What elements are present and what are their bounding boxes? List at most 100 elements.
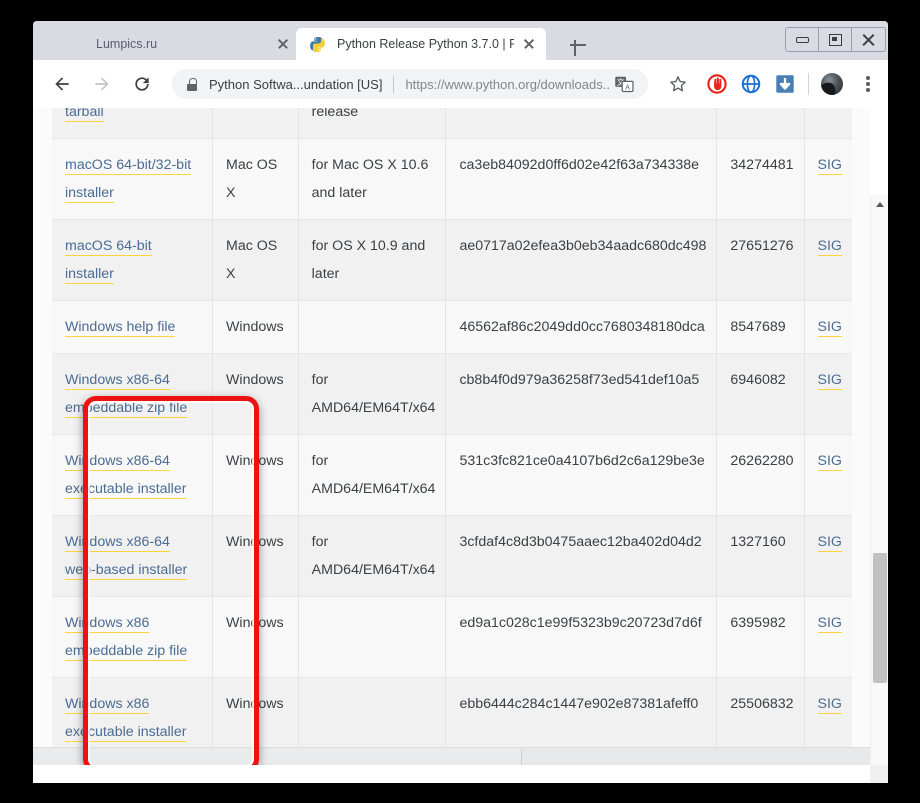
signature-link[interactable]: SIG bbox=[817, 238, 842, 256]
cell-file-name: macOS 64-bit installer bbox=[52, 219, 214, 301]
cell-file-size: 27651276 bbox=[716, 219, 805, 301]
vertical-scrollbar-thumb[interactable] bbox=[873, 553, 887, 683]
profile-avatar[interactable] bbox=[821, 73, 843, 95]
download-arrow-icon bbox=[776, 75, 794, 93]
address-bar-url: https://www.python.org/downloads... bbox=[405, 76, 609, 92]
globe-extension-button[interactable] bbox=[740, 73, 762, 95]
reload-button[interactable] bbox=[126, 68, 158, 100]
scrollbar-corner bbox=[870, 765, 888, 783]
globe-icon bbox=[741, 74, 761, 94]
table-row: Windows x86-64 executable installer Windo… bbox=[52, 434, 852, 516]
window-controls bbox=[785, 27, 886, 52]
download-link[interactable]: Windows x86 embeddable zip file bbox=[65, 615, 188, 661]
back-arrow-icon bbox=[55, 77, 69, 91]
cell-file-name: macOS 64-bit/32-bit installer bbox=[52, 138, 214, 220]
download-link[interactable]: Windows help file bbox=[65, 319, 176, 337]
translate-icon[interactable]: 文 A bbox=[615, 76, 634, 93]
omnibox-divider bbox=[393, 75, 395, 93]
table-row: Windows x86-64 embeddable zip file Window… bbox=[52, 353, 852, 435]
cell-signature: SIG bbox=[804, 515, 852, 597]
star-outline-icon bbox=[670, 76, 686, 92]
bookmark-star-button[interactable] bbox=[668, 74, 688, 94]
browser-toolbar: Python Softwa...undation [US] https://ww… bbox=[33, 60, 888, 108]
download-link[interactable]: tarball bbox=[65, 108, 104, 122]
signature-link[interactable]: SIG bbox=[817, 534, 842, 552]
cell-file-size: 26262280 bbox=[716, 434, 805, 516]
close-button[interactable] bbox=[852, 28, 885, 51]
horizontal-scrollbar[interactable] bbox=[33, 747, 870, 765]
chevron-up-icon bbox=[876, 201, 884, 207]
cell-file-size: 8547689 bbox=[716, 300, 805, 354]
tab-close-button[interactable] bbox=[274, 35, 292, 53]
cell-operating-system: Windows bbox=[212, 353, 299, 435]
download-link[interactable]: Windows x86 executable installer bbox=[65, 696, 187, 742]
cell-signature: SIG bbox=[804, 138, 852, 220]
cell-signature bbox=[804, 108, 852, 139]
cell-md5-sum: ae0717a02efea3b0eb34aadc680dc498 bbox=[445, 219, 718, 301]
download-link[interactable]: Windows x86-64 embeddable zip file bbox=[65, 372, 188, 418]
cell-file-name: Windows x86-64 embeddable zip file bbox=[52, 353, 214, 435]
download-extension-button[interactable] bbox=[774, 73, 796, 95]
python-downloads-table: tarball release macOS 64-bit/32-bit instal… bbox=[52, 108, 852, 765]
download-link[interactable]: macOS 64-bit installer bbox=[65, 238, 152, 284]
signature-link[interactable]: SIG bbox=[817, 615, 842, 633]
three-dot-menu-icon[interactable] bbox=[857, 73, 879, 95]
signature-link[interactable]: SIG bbox=[817, 372, 842, 390]
cell-operating-system: Windows bbox=[212, 596, 299, 678]
cell-description: for AMD64/EM64T/x64 bbox=[298, 515, 447, 597]
download-link[interactable]: Windows x86-64 web-based installer bbox=[65, 534, 188, 580]
cell-file-name: tarball bbox=[52, 108, 214, 139]
back-button[interactable] bbox=[46, 68, 78, 100]
scroll-up-button[interactable] bbox=[871, 195, 888, 213]
orange-citrus-icon bbox=[68, 36, 85, 53]
cell-description: for AMD64/EM64T/x64 bbox=[298, 353, 447, 435]
cell-file-name: Windows x86-64 executable installer bbox=[52, 434, 214, 516]
download-link[interactable]: Windows x86-64 executable installer bbox=[65, 453, 187, 499]
cell-operating-system: Windows bbox=[212, 515, 299, 597]
table-row: macOS 64-bit installer Mac OS Xfor OS X 1… bbox=[52, 219, 852, 301]
signature-link[interactable]: SIG bbox=[817, 157, 842, 175]
table-row: tarball release bbox=[52, 108, 852, 139]
adblock-extension-button[interactable] bbox=[706, 73, 728, 95]
minimize-icon bbox=[795, 36, 809, 43]
cell-operating-system: Mac OS X bbox=[212, 138, 299, 220]
forward-button[interactable] bbox=[86, 68, 118, 100]
table-row: Windows help file Windows 46562af86c2049dd… bbox=[52, 300, 852, 354]
tab-lumpics[interactable]: Lumpics.ru bbox=[55, 28, 300, 60]
maximize-button[interactable] bbox=[819, 28, 852, 51]
table-row: Windows x86-64 web-based installer Window… bbox=[52, 515, 852, 597]
site-identity-label: Python Softwa...undation [US] bbox=[209, 76, 383, 92]
cell-signature: SIG bbox=[804, 596, 852, 678]
cell-file-size: 6395982 bbox=[716, 596, 805, 678]
cell-signature: SIG bbox=[804, 434, 852, 516]
browser-window: Lumpics.ru Python Release Python 3.7.0 |… bbox=[33, 21, 888, 783]
cell-file-size bbox=[716, 108, 805, 139]
cell-file-size: 6946082 bbox=[716, 353, 805, 435]
signature-link[interactable]: SIG bbox=[817, 696, 842, 714]
cell-md5-sum: 531c3fc821ce0a4107b6d2c6a129be3e bbox=[445, 434, 718, 516]
minimize-button[interactable] bbox=[786, 28, 819, 51]
tab-python-release[interactable]: Python Release Python 3.7.0 | Pyt bbox=[296, 28, 546, 60]
svg-text:A: A bbox=[625, 84, 630, 91]
page-content: tarball release macOS 64-bit/32-bit instal… bbox=[33, 108, 870, 765]
download-link[interactable]: macOS 64-bit/32-bit installer bbox=[65, 157, 192, 203]
cell-file-size: 1327160 bbox=[716, 515, 805, 597]
cell-operating-system: Windows bbox=[212, 300, 299, 354]
cell-file-name: Windows x86-64 web-based installer bbox=[52, 515, 214, 597]
reload-icon bbox=[135, 77, 149, 91]
vertical-scrollbar[interactable] bbox=[870, 195, 888, 783]
address-bar[interactable]: Python Softwa...undation [US] https://ww… bbox=[172, 69, 648, 99]
new-tab-button[interactable] bbox=[567, 34, 589, 56]
horizontal-scrollbar-thumb[interactable] bbox=[33, 749, 522, 765]
cell-md5-sum: ca3eb84092d0ff6d02e42f63a734338e bbox=[445, 138, 718, 220]
forward-arrow-icon bbox=[95, 77, 109, 91]
python-logo-icon bbox=[309, 36, 326, 53]
cell-description bbox=[298, 596, 447, 678]
signature-link[interactable]: SIG bbox=[817, 319, 842, 337]
tab-close-button[interactable] bbox=[520, 35, 538, 53]
cell-signature: SIG bbox=[804, 219, 852, 301]
maximize-icon bbox=[828, 33, 842, 46]
signature-link[interactable]: SIG bbox=[817, 453, 842, 471]
cell-description: for Mac OS X 10.6 and later bbox=[298, 138, 447, 220]
cell-signature: SIG bbox=[804, 300, 852, 354]
